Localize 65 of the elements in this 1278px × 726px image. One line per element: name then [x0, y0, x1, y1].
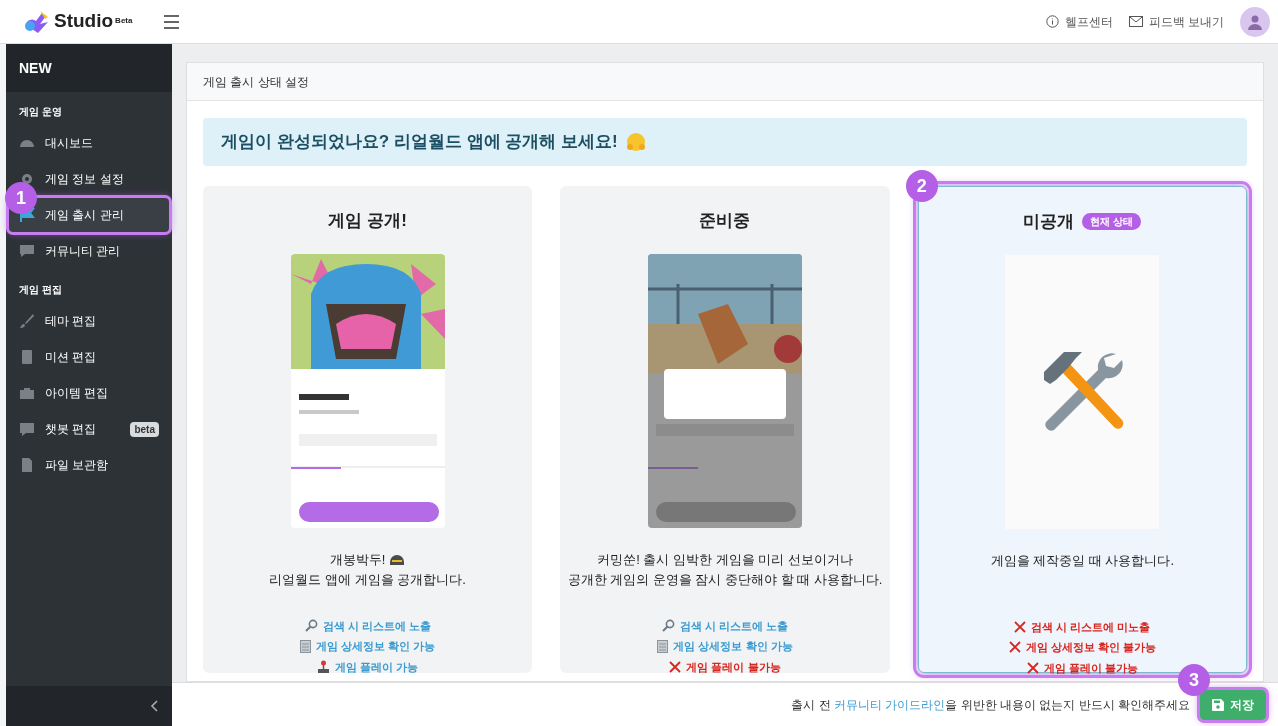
logo-text: Studio$^{Beta}$ — [54, 9, 133, 34]
avatar-button[interactable] — [1240, 6, 1270, 37]
joystick-icon — [317, 660, 331, 674]
sidebar-item[interactable]: 커뮤니티 관리 — [9, 234, 169, 268]
card-description: 커밍쑨! 출시 임박한 게임을 미리 선보이거나 — [597, 550, 853, 569]
toolbox-icon — [19, 385, 35, 401]
memo-icon — [300, 639, 312, 653]
feature-text: 게임 상세정보 확인 가능 — [316, 639, 436, 654]
card-description: 리얼월드 앱에 게임을 공개합니다. — [269, 570, 466, 589]
sidebar-item[interactable]: 아이템 편집 — [9, 376, 169, 410]
feature-text: 검색 시 리스트에 노출 — [322, 618, 431, 634]
banner-text: 게임이 완성되었나요? 리얼월드 앱에 공개해 보세요! — [221, 131, 618, 154]
card-title: 준비중 — [699, 210, 751, 232]
current-status-badge: 현재 상태 — [1082, 213, 1142, 231]
feedback-link[interactable]: 피드백 보내기 — [1128, 12, 1224, 31]
sidebar-item[interactable]: 챗봇 편집 beta — [9, 412, 169, 446]
beta-badge: beta — [130, 421, 159, 437]
cross-icon — [1008, 641, 1021, 654]
card-title: 게임 공개! — [328, 210, 407, 232]
card-description: 게임을 제작중일 때 사용합니다. — [990, 551, 1175, 570]
user-icon — [1247, 13, 1263, 30]
feature-text: 게임 상세정보 확인 불가능 — [1025, 640, 1156, 655]
sidebar-item[interactable]: 파일 보관함 — [9, 448, 169, 482]
feature-text: 검색 시 리스트에 노출 — [679, 618, 789, 634]
panel-title: 게임 출시 상태 설정 — [187, 63, 1263, 101]
annotation-number: 1 — [5, 182, 37, 214]
sidebar-item[interactable]: 미션 편집 — [9, 340, 169, 374]
book-icon — [19, 349, 35, 365]
feature-text: 게임 상세정보 확인 가능 — [673, 639, 793, 654]
info-icon — [1045, 15, 1059, 28]
status-card[interactable]: 준비중 커밍쑨! 출시 임박한 게임을 미리 선보이거나 공개한 게임의 운영을 잠시 중단해야 할 때 사용합니다. 검색 시 리스트에 노출 게임 상세정보 확인 가능 게임 플레이 불가능 — [560, 186, 890, 673]
feature-text: 게임 플레이 가능 — [335, 659, 419, 675]
feature-text: 게임 플레이 불가능 — [1043, 660, 1138, 676]
section-heading: 게임 운영 — [18, 105, 63, 119]
chat-bot-icon — [19, 421, 35, 437]
brush-icon — [19, 313, 35, 329]
logo-icon — [24, 10, 50, 33]
card-description: 개봉박두! — [329, 550, 386, 569]
magnifier-icon — [661, 619, 675, 633]
cross-icon — [669, 660, 682, 673]
sidebar-item[interactable]: 테마 편집 — [9, 304, 169, 338]
card-description: 공개한 게임의 운영을 잠시 중단해야 할 때 사용합니다. — [567, 570, 883, 589]
guideline-notice: 출시 전 커뮤니티 가이드라인을 위반한 내용이 없는지 반드시 확인해주세요 — [791, 696, 1190, 714]
logo-superscript: Beta — [115, 16, 133, 26]
help-link[interactable]: 헬프센터 — [1045, 12, 1113, 31]
hugging-emoji-icon — [625, 132, 646, 152]
feature-text: 게임 플레이 불가능 — [686, 659, 781, 675]
menu-icon[interactable] — [164, 14, 180, 29]
sidebar-title: NEW — [6, 44, 172, 92]
feature-text: 검색 시 리스트에 미노출 — [1031, 619, 1151, 635]
cross-icon — [1026, 661, 1039, 674]
file-icon — [19, 457, 35, 473]
status-card[interactable]: 게임 공개! 개봉박두! 리얼월드 앱에 게임을 공개합니다. 검색 시 리스트에 노출 게임 상세정보 확인 가능 게임 플레이 가능 — [203, 186, 533, 673]
mail-icon — [1128, 16, 1143, 27]
flag-icon — [19, 207, 35, 223]
card-title: 미공개 — [1023, 211, 1075, 233]
helmet-emoji-icon — [389, 552, 406, 567]
magnifier-icon — [304, 619, 318, 633]
cross-icon — [1014, 620, 1027, 633]
memo-icon — [657, 639, 669, 653]
annotation-number: 2 — [905, 170, 938, 202]
sidebar-item[interactable]: 대시보드 — [9, 126, 169, 160]
section-heading: 게임 편집 — [18, 283, 63, 297]
chevron-left-icon — [150, 700, 158, 712]
chat-icon — [19, 243, 35, 259]
